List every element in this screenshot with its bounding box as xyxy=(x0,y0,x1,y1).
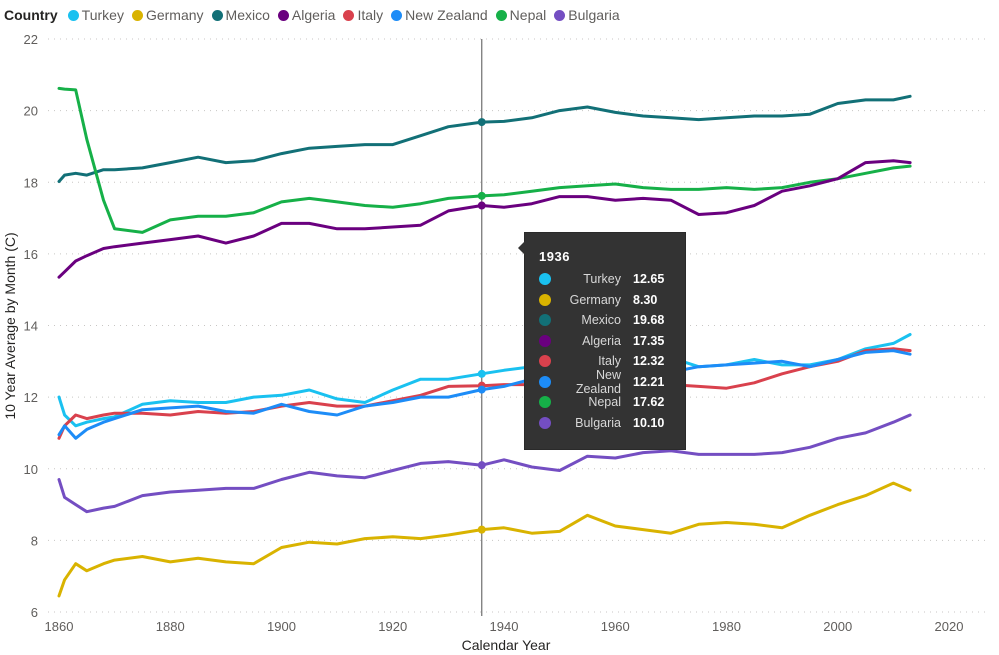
tooltip-title: 1936 xyxy=(539,249,570,264)
x-tick-label: 1980 xyxy=(712,619,741,634)
tooltip-dot-icon xyxy=(539,334,551,347)
hover-marker-nepal xyxy=(477,191,486,200)
y-axis: 6 8 10 12 14 16 18 20 22 xyxy=(24,32,38,620)
tooltip-value: 12.32 xyxy=(633,354,665,368)
x-tick-label: 2000 xyxy=(823,619,852,634)
y-tick-label: 10 xyxy=(24,462,38,477)
y-tick-label: 20 xyxy=(24,104,38,119)
tooltip-value: 19.68 xyxy=(633,313,665,327)
tooltip-dot-icon xyxy=(539,416,551,429)
tooltip-row-new-zealand: New Zealand 12.21 xyxy=(539,368,679,396)
line-chart[interactable]: 6 8 10 12 14 16 18 20 22 1860 1880 1900 1920 1940 196… xyxy=(0,0,999,655)
y-tick-label: 12 xyxy=(24,390,38,405)
series-line-germany[interactable] xyxy=(57,481,912,598)
x-axis-title: Calendar Year xyxy=(462,637,551,653)
tooltip-dot-icon xyxy=(539,355,551,367)
tooltip-row-germany: Germany 8.30 xyxy=(539,290,679,310)
y-tick-label: 14 xyxy=(24,319,38,334)
y-axis-title: 10 Year Average by Month (C) xyxy=(2,232,18,419)
y-tick-label: 8 xyxy=(31,533,38,548)
tooltip-label: Algeria xyxy=(582,333,621,348)
tooltip-dot-icon xyxy=(539,314,551,326)
tooltip-label: Italy xyxy=(598,354,621,368)
tooltip-dot-icon xyxy=(539,293,551,306)
tooltip-row-algeria: Algeria 17.35 xyxy=(539,331,679,351)
tooltip-row-turkey: Turkey 12.65 xyxy=(539,269,679,289)
x-tick-label: 1960 xyxy=(601,619,630,634)
gridlines xyxy=(48,38,990,613)
tooltip-dot-icon xyxy=(539,396,551,408)
tooltip: 1936 Turkey 12.65 Germany 8.30 Mexico 19.68… xyxy=(518,232,686,450)
tooltip-row-mexico: Mexico 19.68 xyxy=(539,310,679,330)
tooltip-dot-icon xyxy=(539,375,551,388)
x-tick-label: 1860 xyxy=(45,619,74,634)
series-lines xyxy=(57,86,912,598)
tooltip-row-bulgaria: Bulgaria 10.10 xyxy=(539,413,679,433)
tooltip-value: 8.30 xyxy=(633,292,658,307)
tooltip-value: 17.35 xyxy=(633,333,665,348)
tooltip-label: Nepal xyxy=(588,395,621,409)
hover-marker-mexico xyxy=(477,118,486,127)
x-tick-label: 1900 xyxy=(267,619,296,634)
x-tick-label: 1920 xyxy=(378,619,407,634)
y-tick-label: 18 xyxy=(24,175,38,190)
tooltip-label: Germany xyxy=(569,292,621,307)
hover-marker-turkey xyxy=(477,369,486,378)
hover-marker-bulgaria xyxy=(477,461,486,470)
x-tick-label: 1940 xyxy=(490,619,519,634)
hover-marker-algeria xyxy=(477,201,486,210)
y-tick-label: 16 xyxy=(24,247,38,262)
hover-marker-new-zealand xyxy=(477,385,486,394)
tooltip-row-nepal: Nepal 17.62 xyxy=(539,392,679,412)
y-tick-label: 22 xyxy=(24,32,38,47)
tooltip-value: 10.10 xyxy=(633,415,665,430)
tooltip-value: 17.62 xyxy=(633,395,665,409)
x-tick-label: 2020 xyxy=(935,619,964,634)
hover-marker-germany xyxy=(477,525,486,534)
tooltip-dot-icon xyxy=(539,273,551,285)
tooltip-value: 12.65 xyxy=(633,272,665,286)
y-tick-label: 6 xyxy=(31,605,38,620)
tooltip-label: Bulgaria xyxy=(575,415,621,430)
x-axis: 1860 1880 1900 1920 1940 1960 1980 2000 2020 xyxy=(45,619,964,634)
series-line-mexico[interactable] xyxy=(57,94,912,183)
x-tick-label: 1880 xyxy=(156,619,185,634)
tooltip-label: Mexico xyxy=(581,313,621,327)
tooltip-value: 12.21 xyxy=(633,374,665,389)
tooltip-label: Turkey xyxy=(583,272,621,286)
